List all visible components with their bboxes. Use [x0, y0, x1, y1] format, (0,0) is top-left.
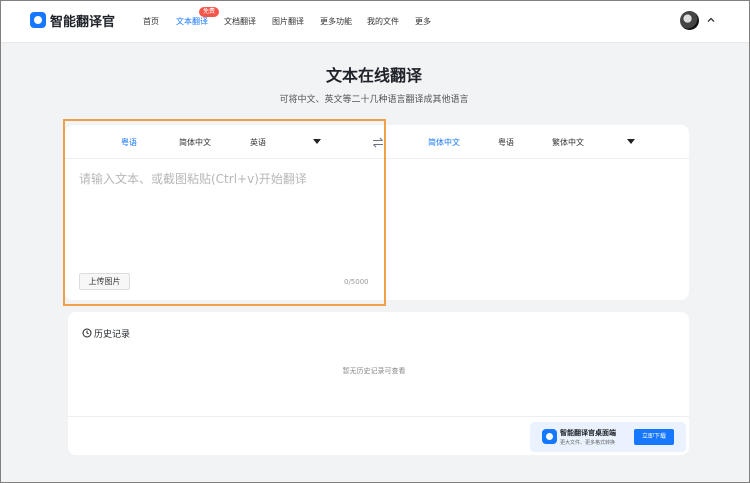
history-clock-icon [82, 328, 92, 338]
history-title: 历史记录 [94, 330, 131, 340]
history-empty-text: 暂无历史记录可查看 [342, 367, 406, 375]
promo-title: 智能翻译官桌面端 [560, 429, 616, 437]
nav-doc-translate[interactable]: 文档翻译 [224, 16, 256, 27]
divider [68, 416, 689, 417]
page-subtitle: 可将中文、英文等二十几种语言翻译成其他语言 [279, 95, 469, 105]
promo-subtitle: 更大文件、更多格式转换 [560, 440, 616, 446]
promo-app-logo-icon [542, 429, 557, 444]
app-name[interactable]: 智能翻译官 [50, 11, 115, 30]
target-lang-option[interactable]: 繁体中文 [552, 137, 584, 148]
target-lang-dropdown-icon[interactable] [627, 139, 635, 144]
chevron-up-icon[interactable] [707, 16, 715, 24]
nav-image-translate[interactable]: 图片翻译 [272, 16, 304, 27]
app-logo-icon[interactable] [30, 12, 46, 28]
nav-my-files[interactable]: 我的文件 [367, 16, 399, 27]
free-badge: 免费 [199, 7, 220, 17]
user-avatar[interactable] [680, 11, 699, 30]
download-button[interactable]: 立即下载 [634, 429, 674, 445]
page-title: 文本在线翻译 [325, 66, 422, 85]
source-text-input[interactable]: 请输入文本、或截图粘贴(Ctrl+v)开始翻译 [79, 170, 307, 187]
target-lang-option[interactable]: 粤语 [498, 137, 514, 148]
nav-more-features[interactable]: 更多功能 [320, 16, 352, 27]
nav-more[interactable]: 更多 [415, 16, 431, 27]
nav-home[interactable]: 首页 [143, 16, 159, 27]
char-counter: 0/5000 [344, 278, 369, 286]
upload-image-button[interactable]: 上传图片 [79, 273, 130, 290]
target-lang-selected[interactable]: 简体中文 [428, 137, 460, 148]
nav-text-translate[interactable]: 文本翻译 [176, 16, 208, 27]
